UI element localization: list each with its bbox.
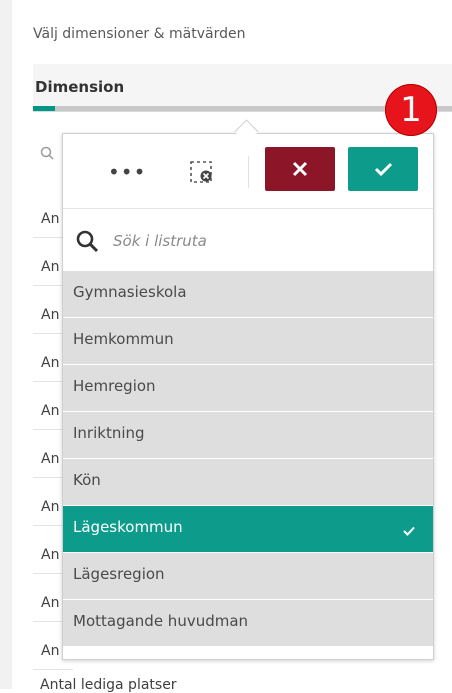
more-icon: ••• <box>108 160 147 184</box>
check-icon <box>374 162 393 177</box>
toolbar-divider <box>248 156 249 188</box>
list-item[interactable]: Mottagande huvudman <box>63 600 433 647</box>
background-list-item-label: An <box>41 259 60 275</box>
cancel-selection-button[interactable] <box>265 147 335 191</box>
list-item[interactable]: Inriktning <box>63 412 433 459</box>
background-list-item-label: An <box>41 643 60 659</box>
listbox-search-input[interactable] <box>113 229 393 253</box>
popover-toolbar: ••• <box>63 134 433 209</box>
clear-selection-icon <box>190 161 212 183</box>
list-item-label: Kön <box>73 471 101 489</box>
confirm-selection-button[interactable] <box>348 147 418 191</box>
list-item-label: Inriktning <box>73 424 145 442</box>
background-list-item-label: An <box>41 211 60 227</box>
listbox-popover: ••• Gymnasies <box>62 133 434 660</box>
list-item-label: Lägesregion <box>73 565 165 583</box>
list-item[interactable]: Hemkommun <box>63 318 433 365</box>
list-item-label: Hemregion <box>73 377 156 395</box>
list-item[interactable]: Lägeskommun <box>63 506 433 553</box>
clear-selection-button[interactable] <box>181 154 221 190</box>
background-list-item-label: An <box>41 547 60 563</box>
list-item-label: Mottagande huvudman <box>73 612 249 630</box>
background-list-item-label: An <box>41 403 60 419</box>
list-item-label: Lägeskommun <box>73 518 183 536</box>
background-list-item-label: An <box>41 355 60 371</box>
background-bottom-text: Antal lediga platser <box>40 677 177 693</box>
background-list-item-label: An <box>41 499 60 515</box>
panel-heading: Välj dimensioner & mätvärden <box>33 26 246 42</box>
close-icon <box>292 161 308 177</box>
list-item-label: Hemkommun <box>73 330 174 348</box>
left-sidebar-strip <box>0 0 12 689</box>
background-search-icon <box>40 146 54 160</box>
dimension-progress-accent <box>33 106 55 111</box>
selected-check-icon <box>403 526 415 536</box>
listbox-items: Gymnasieskola Hemkommun Hemregion Inriktnin… <box>63 271 433 647</box>
list-item-label: Gymnasieskola <box>73 283 187 301</box>
listbox-search <box>63 209 433 271</box>
list-item[interactable]: Hemregion <box>63 365 433 412</box>
background-list-item-label: An <box>41 307 60 323</box>
more-button[interactable]: ••• <box>100 154 145 190</box>
background-list-item-label: An <box>41 595 60 611</box>
step-number-badge: 1 <box>385 84 437 136</box>
list-item[interactable]: Kön <box>63 459 433 506</box>
background-list-item-label: An <box>41 451 60 467</box>
list-item[interactable]: Gymnasieskola <box>63 271 433 318</box>
list-item[interactable]: Lägesregion <box>63 553 433 600</box>
dimension-title: Dimension <box>35 78 125 96</box>
search-icon <box>76 230 99 253</box>
